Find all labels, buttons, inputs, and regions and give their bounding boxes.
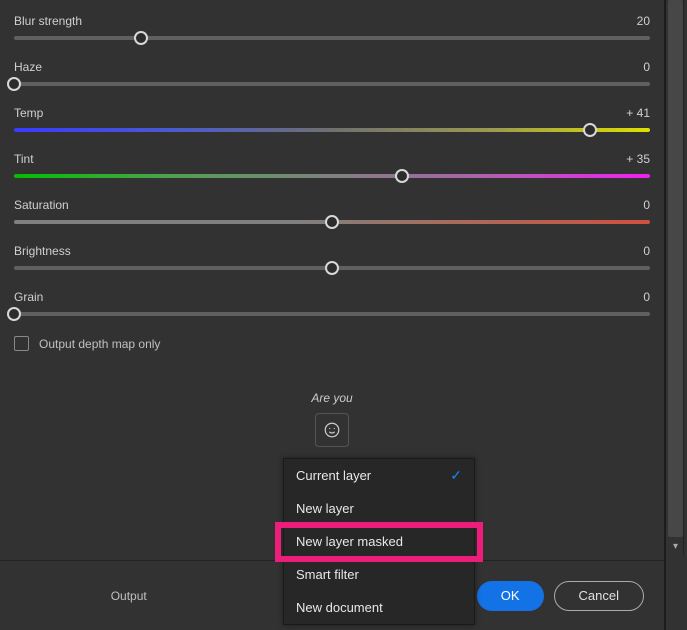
grain-value: 0 [643, 290, 650, 304]
haze-label: Haze [14, 60, 42, 74]
grain-label: Grain [14, 290, 43, 304]
ok-button[interactable]: OK [477, 581, 544, 611]
menu-item-label: New layer [296, 501, 354, 516]
menu-item-label: New layer masked [296, 534, 403, 549]
menu-item-current-layer[interactable]: Current layer ✓ [284, 459, 474, 492]
menu-item-new-layer[interactable]: New layer [284, 492, 474, 525]
menu-item-new-layer-masked[interactable]: New layer masked [284, 525, 474, 558]
output-depth-map-label: Output depth map only [39, 337, 160, 351]
brightness-value: 0 [643, 244, 650, 258]
output-depth-map-checkbox[interactable] [14, 336, 29, 351]
tint-value: + 35 [626, 152, 650, 166]
haze-value: 0 [643, 60, 650, 74]
blur-strength-value: 20 [637, 14, 650, 28]
saturation-slider[interactable]: Saturation 0 [14, 198, 650, 224]
smile-icon [323, 421, 341, 439]
temp-thumb[interactable] [583, 123, 597, 137]
grain-thumb[interactable] [7, 307, 21, 321]
survey-prompt: Are you [311, 391, 352, 405]
tint-thumb[interactable] [395, 169, 409, 183]
scroll-down-icon[interactable]: ▾ [668, 540, 683, 554]
output-depth-map-checkbox-row[interactable]: Output depth map only [14, 336, 650, 351]
scrollbar-thumb[interactable] [668, 0, 683, 537]
feedback-button[interactable] [315, 413, 349, 447]
check-icon: ✓ [450, 467, 462, 484]
output-label: Output [111, 589, 147, 603]
saturation-label: Saturation [14, 198, 69, 212]
menu-item-new-document[interactable]: New document [284, 591, 474, 624]
saturation-thumb[interactable] [325, 215, 339, 229]
tint-slider[interactable]: Tint + 35 [14, 152, 650, 178]
menu-item-label: Current layer [296, 468, 371, 483]
tint-label: Tint [14, 152, 34, 166]
blur-strength-slider[interactable]: Blur strength 20 [14, 14, 650, 40]
brightness-thumb[interactable] [325, 261, 339, 275]
temp-slider[interactable]: Temp + 41 [14, 106, 650, 132]
menu-item-label: New document [296, 600, 383, 615]
temp-value: + 41 [626, 106, 650, 120]
grain-slider[interactable]: Grain 0 [14, 290, 650, 316]
menu-item-smart-filter[interactable]: Smart filter [284, 558, 474, 591]
haze-slider[interactable]: Haze 0 [14, 60, 650, 86]
temp-label: Temp [14, 106, 43, 120]
brightness-slider[interactable]: Brightness 0 [14, 244, 650, 270]
output-menu[interactable]: Current layer ✓ New layer New layer mask… [283, 458, 475, 625]
menu-item-label: Smart filter [296, 567, 359, 582]
saturation-value: 0 [643, 198, 650, 212]
cancel-button[interactable]: Cancel [554, 581, 644, 611]
haze-thumb[interactable] [7, 77, 21, 91]
brightness-label: Brightness [14, 244, 71, 258]
blur-strength-thumb[interactable] [134, 31, 148, 45]
blur-strength-label: Blur strength [14, 14, 82, 28]
